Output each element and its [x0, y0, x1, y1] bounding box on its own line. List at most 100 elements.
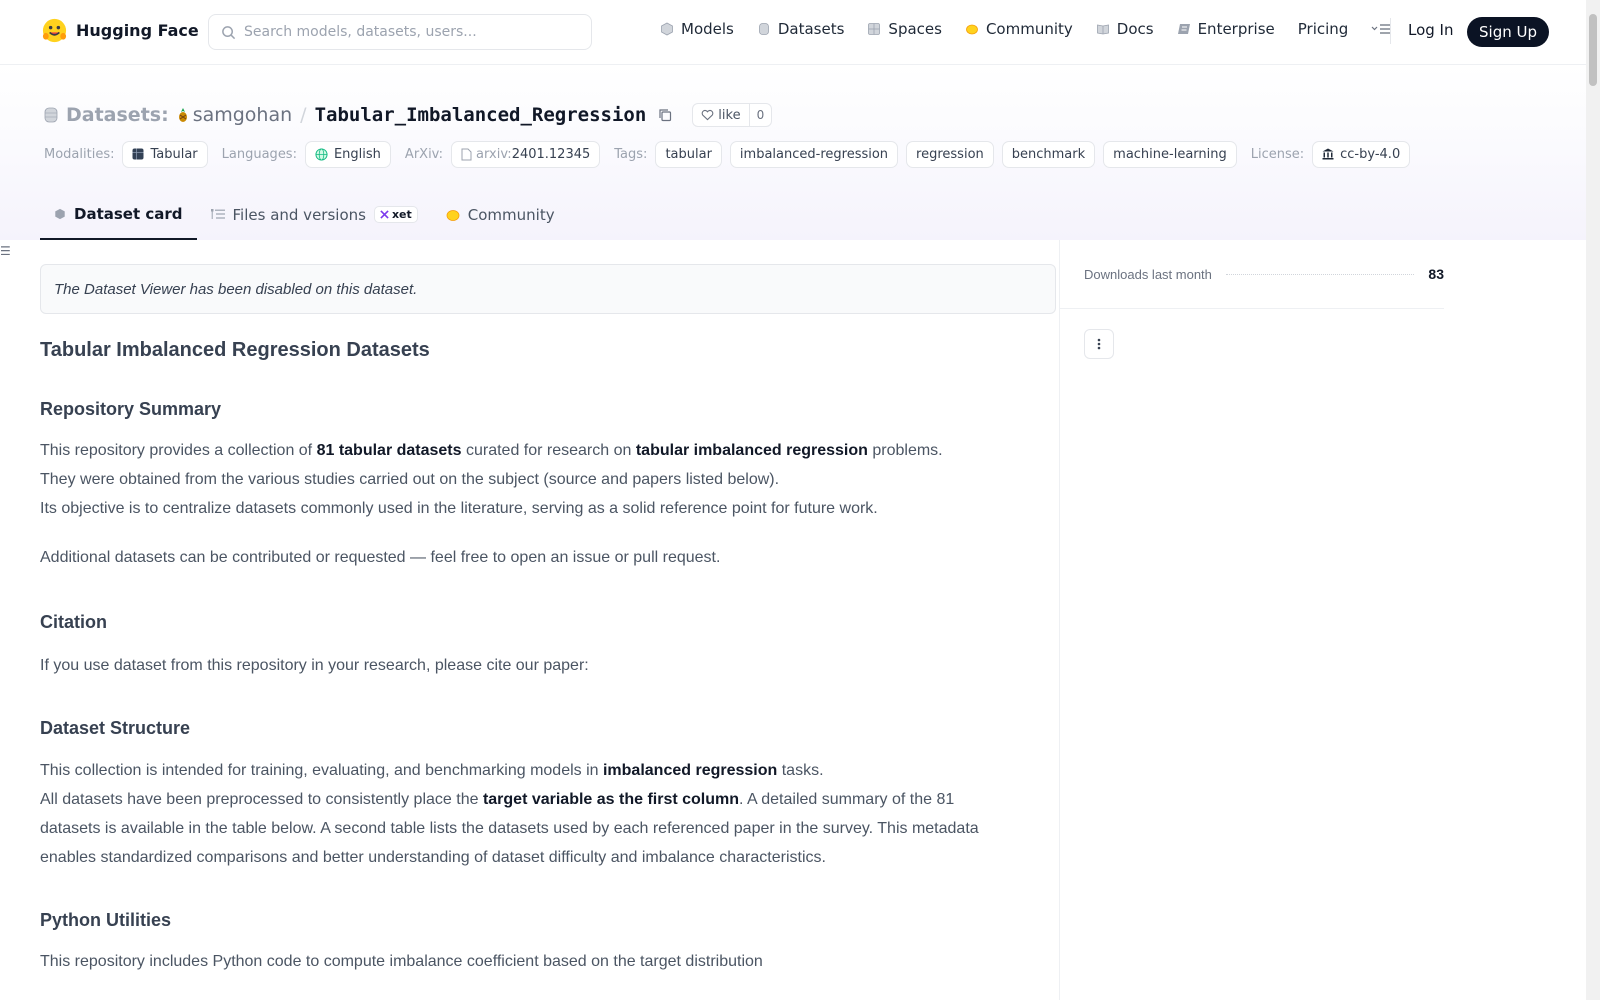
modalities-label: Modalities: — [44, 146, 115, 162]
tab-community-label: Community — [467, 205, 555, 224]
tab-dataset-card-label: Dataset card — [74, 204, 183, 223]
xet-badge: xet — [373, 206, 418, 223]
hands-icon — [446, 209, 460, 221]
nav-links: Models Datasets Spaces Community Docs En… — [660, 20, 1391, 38]
arxiv-label: ArXiv: — [404, 146, 444, 162]
signup-button[interactable]: Sign Up — [1467, 17, 1549, 47]
structure-text-2: tasks. — [777, 762, 824, 779]
nav-pricing-label: Pricing — [1297, 20, 1349, 38]
license-chip-label: cc-by-4.0 — [1340, 146, 1401, 162]
sidebar-separator — [1060, 308, 1444, 309]
downloads-count: 83 — [1428, 266, 1444, 282]
arxiv-prefix: arxiv: — [476, 146, 512, 162]
cube-icon — [661, 22, 673, 36]
tab-files-label: Files and versions — [232, 205, 366, 224]
heading-dataset-structure: Dataset Structure — [40, 718, 191, 738]
tag-chip[interactable]: imbalanced-regression — [729, 140, 899, 168]
repo-tabs: Dataset card Files and versions xet Comm… — [40, 189, 569, 240]
downloads-label: Downloads last month — [1084, 266, 1212, 282]
nav-community[interactable]: Community — [965, 20, 1073, 38]
repo-header: Datasets: samgohan / Tabular_Imbalanced_… — [0, 65, 1586, 240]
tag-chip[interactable]: benchmark — [1001, 140, 1096, 168]
repo-owner[interactable]: samgohan — [177, 104, 292, 126]
brand-logo[interactable]: Hugging Face — [41, 17, 199, 44]
nav-spaces[interactable]: Spaces — [867, 20, 942, 38]
summary-paragraph: This repository provides a collection of… — [40, 436, 980, 523]
structure-bold-task: imbalanced regression — [602, 762, 778, 779]
license-group: License: cc-by-4.0 — [1251, 140, 1418, 168]
nav-more[interactable] — [1371, 22, 1391, 36]
tag-chip[interactable]: tabular — [655, 140, 722, 168]
search-input[interactable] — [244, 24, 574, 40]
login-link[interactable]: Log In — [1408, 21, 1454, 39]
citation-paragraph: If you use dataset from this repository … — [40, 657, 589, 674]
repo-title-row: Datasets: samgohan / Tabular_Imbalanced_… — [44, 103, 773, 127]
document-icon — [461, 148, 472, 160]
language-chip[interactable]: English — [304, 140, 391, 168]
copy-icon[interactable] — [658, 108, 672, 122]
tag-chip[interactable]: regression — [906, 140, 994, 168]
nav-datasets[interactable]: Datasets — [757, 20, 844, 38]
contribute-paragraph: Additional datasets can be contributed o… — [40, 549, 721, 566]
nav-community-label: Community — [985, 20, 1073, 38]
languages-label: Languages: — [221, 146, 297, 162]
book-icon — [1096, 24, 1109, 35]
dataset-icon — [44, 107, 58, 123]
modalities-group: Modalities: Tabular — [44, 140, 216, 168]
modality-chip[interactable]: Tabular — [122, 140, 208, 168]
license-chip[interactable]: cc-by-4.0 — [1312, 140, 1411, 168]
nav-pricing[interactable]: Pricing — [1298, 20, 1349, 38]
like-button[interactable]: like 0 — [692, 103, 773, 127]
search-box[interactable] — [208, 14, 592, 50]
nav-docs[interactable]: Docs — [1096, 20, 1154, 38]
like-count: 0 — [756, 108, 765, 122]
repo-metadata: Modalities: Tabular Languages: English A… — [44, 140, 1424, 168]
scrollbar-thumb[interactable] — [1589, 14, 1597, 86]
enterprise-icon — [1177, 24, 1190, 34]
heading-citation: Citation — [40, 612, 107, 632]
heading-repository-summary: Repository Summary — [40, 399, 222, 419]
toc-toggle-icon[interactable]: ☰ — [0, 244, 11, 258]
summary-bold-count: 81 tabular datasets — [316, 442, 462, 459]
cube-icon — [55, 208, 65, 219]
more-menu-icon — [1371, 24, 1391, 34]
path-separator: / — [300, 104, 307, 126]
repo-owner-name: samgohan — [192, 104, 293, 126]
summary-bold-topic: tabular imbalanced regression — [635, 442, 868, 459]
tab-dataset-card[interactable]: Dataset card — [40, 189, 197, 240]
page-scrollbar[interactable] — [1586, 0, 1600, 1000]
repo-type-label: Datasets: — [66, 104, 169, 126]
nav-models[interactable]: Models — [660, 20, 734, 38]
arxiv-id: 2401.12345 — [511, 146, 591, 162]
summary-text-2: curated for research on — [461, 442, 636, 459]
globe-icon — [315, 147, 328, 161]
summary-text-1: This repository provides a collection of — [40, 442, 317, 459]
languages-group: Languages: English — [221, 140, 399, 168]
brand-name: Hugging Face — [76, 21, 199, 40]
file-tree-icon — [210, 208, 225, 219]
dataset-card: The Dataset Viewer has been disabled on … — [40, 264, 1056, 976]
language-chip-label: English — [333, 146, 381, 162]
structure-paragraph: This collection is intended for training… — [40, 756, 980, 872]
card-title: Tabular Imbalanced Regression Datasets — [40, 339, 430, 361]
hands-icon — [966, 24, 978, 35]
pineapple-avatar-icon — [178, 108, 187, 122]
tag-chip[interactable]: machine-learning — [1103, 140, 1237, 168]
xet-badge-label: xet — [391, 208, 412, 221]
tags-group: Tags: tabular imbalanced-regression regr… — [614, 140, 1244, 168]
modality-chip-label: Tabular — [150, 146, 198, 162]
heart-icon — [701, 109, 714, 121]
repo-name[interactable]: Tabular_Imbalanced_Regression — [315, 104, 647, 126]
nav-enterprise[interactable]: Enterprise — [1177, 20, 1275, 38]
arxiv-chip[interactable]: arxiv: 2401.12345 — [451, 140, 601, 168]
structure-text-1: This collection is intended for training… — [40, 762, 603, 779]
tab-community[interactable]: Community — [432, 189, 569, 240]
more-options-button[interactable] — [1084, 329, 1114, 359]
database-icon — [758, 23, 769, 35]
table-icon — [132, 148, 144, 160]
tab-files-and-versions[interactable]: Files and versions xet — [197, 189, 432, 240]
downloads-leader-dots — [1225, 273, 1415, 275]
tags-label: Tags: — [614, 146, 648, 162]
nav-spaces-label: Spaces — [888, 20, 942, 38]
hugging-face-logo-icon — [42, 18, 67, 43]
